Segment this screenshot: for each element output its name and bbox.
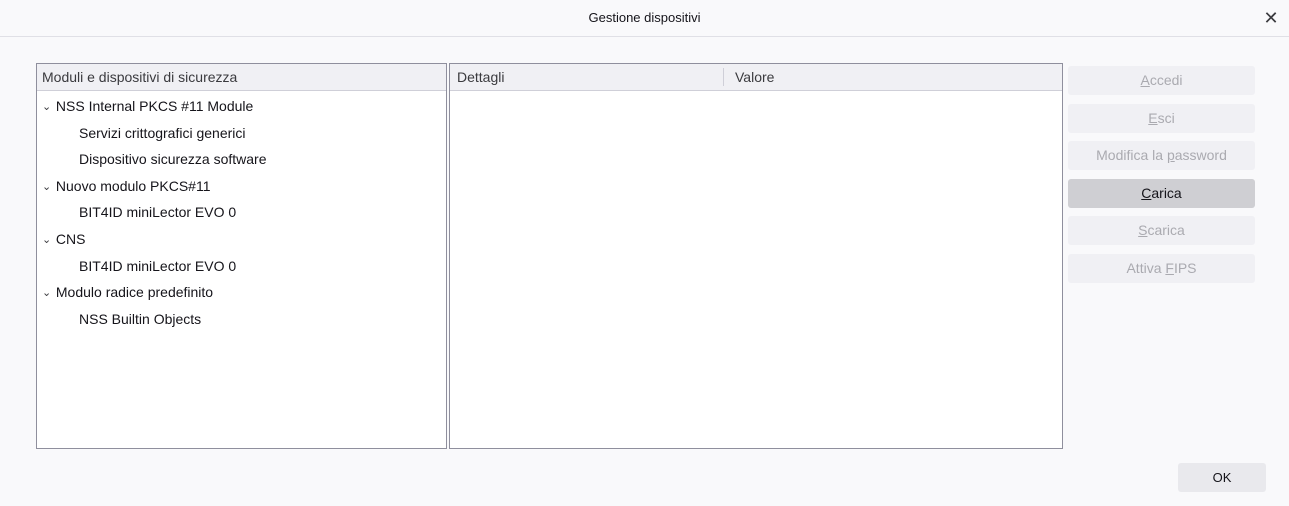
title-bar: Gestione dispositivi ✕ [0, 0, 1289, 37]
unload-button[interactable]: Scarica [1068, 216, 1255, 245]
device-manager-dialog: Gestione dispositivi ✕ Moduli e disposit… [0, 0, 1289, 506]
tree-module-row[interactable]: ⌄ CNS [37, 226, 446, 253]
access-key: A [1140, 72, 1150, 88]
chevron-down-icon[interactable]: ⌄ [42, 280, 52, 307]
tree-slot-row[interactable]: BIT4ID miniLector EVO 0 [37, 199, 446, 226]
tree-row-label: BIT4ID miniLector EVO 0 [79, 204, 237, 221]
chevron-down-icon[interactable]: ⌄ [42, 94, 52, 121]
window-title: Gestione dispositivi [588, 10, 701, 25]
tree-slot-row[interactable]: Dispositivo sicurezza software [37, 146, 446, 173]
access-key: E [1148, 109, 1158, 126]
button-label-part: ccedi [1149, 72, 1183, 88]
button-label-part: Attiva [1126, 259, 1166, 276]
tree-module-row[interactable]: ⌄ Nuovo modulo PKCS#11 [37, 173, 446, 200]
details-table[interactable]: Dettagli Valore [449, 63, 1063, 449]
tree-slot-row[interactable]: NSS Builtin Objects [37, 306, 446, 333]
load-button[interactable]: Carica [1068, 178, 1255, 208]
access-key: p [1166, 147, 1175, 163]
tree-row-label: NSS Builtin Objects [79, 310, 202, 327]
access-key: C [1141, 184, 1152, 201]
chevron-down-icon[interactable]: ⌄ [42, 227, 52, 254]
column-separator[interactable] [723, 68, 724, 86]
button-label-part: assword [1174, 147, 1227, 163]
tree-module-row[interactable]: ⌄ NSS Internal PKCS #11 Module [37, 93, 446, 120]
tree-slot-row[interactable]: Servizi crittografici generici [37, 120, 446, 147]
tree-row-label: Nuovo modulo PKCS#11 [55, 177, 211, 194]
button-label-part: Modifica la [1096, 147, 1167, 163]
button-label-part: arica [1151, 184, 1182, 201]
login-button[interactable]: Accedi [1068, 66, 1255, 95]
chevron-down-icon[interactable]: ⌄ [42, 174, 52, 201]
tree-module-row[interactable]: ⌄ Modulo radice predefinito [37, 279, 446, 306]
button-label-part: carica [1147, 222, 1185, 238]
tree-row-label: Dispositivo sicurezza software [79, 151, 267, 168]
access-key: F [1165, 259, 1174, 276]
button-label-part: sci [1157, 109, 1175, 126]
column-header-value[interactable]: Valore [735, 64, 774, 90]
tree-slot-row[interactable]: BIT4ID miniLector EVO 0 [37, 253, 446, 280]
tree-row-label: CNS [55, 230, 86, 247]
action-buttons: Accedi Esci Modifica la password Carica Scar… [1068, 66, 1255, 291]
tree-body: ⌄ NSS Internal PKCS #11 Module Servizi cr… [37, 91, 446, 332]
enable-fips-button[interactable]: Attiva FIPS [1068, 253, 1255, 283]
tree-row-label: NSS Internal PKCS #11 Module [55, 98, 254, 114]
tree-row-label: Servizi crittografici generici [79, 124, 246, 141]
tree-row-label: Modulo radice predefinito [55, 284, 214, 301]
modules-tree[interactable]: Moduli e dispositivi di sicurezza ⌄ NSS … [36, 63, 447, 449]
column-header-details[interactable]: Dettagli [457, 64, 504, 90]
change-password-button[interactable]: Modifica la password [1068, 141, 1255, 170]
tree-row-label: BIT4ID miniLector EVO 0 [79, 257, 237, 274]
details-header: Dettagli Valore [450, 64, 1062, 91]
logout-button[interactable]: Esci [1068, 103, 1255, 133]
button-label-part: IPS [1173, 259, 1197, 276]
tree-column-header[interactable]: Moduli e dispositivi di sicurezza [37, 64, 446, 91]
ok-button[interactable]: OK [1178, 463, 1266, 492]
close-icon[interactable]: ✕ [1259, 6, 1283, 30]
